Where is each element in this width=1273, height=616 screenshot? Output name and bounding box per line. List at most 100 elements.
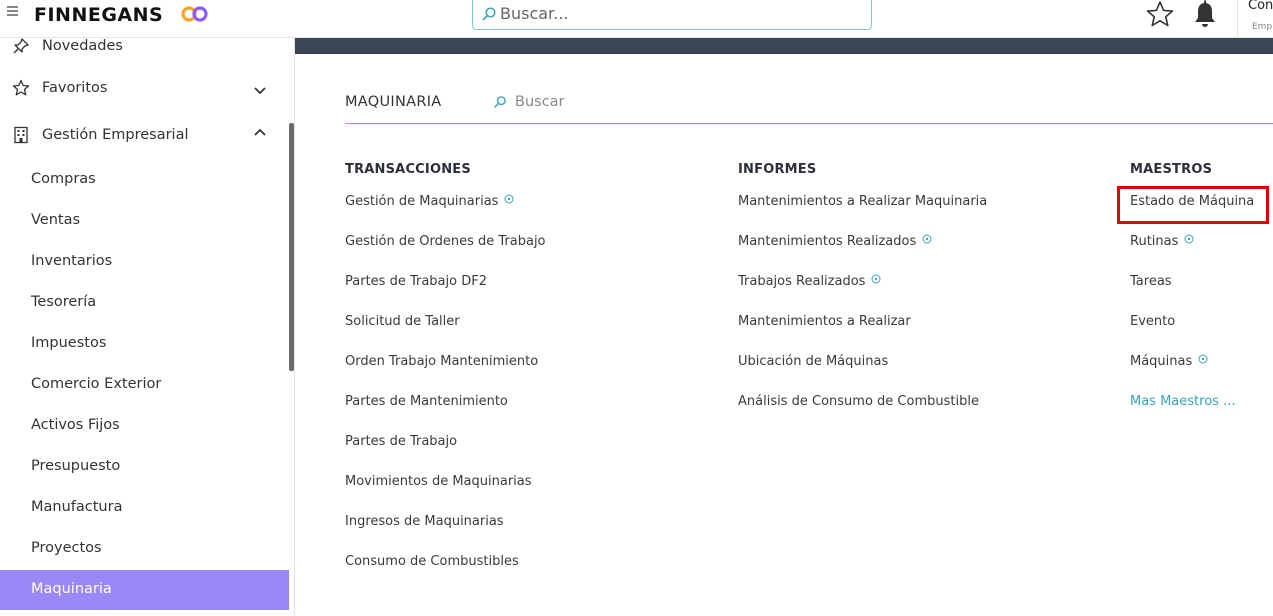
sidebar-subitem-label: Maquinaria xyxy=(31,581,112,597)
sidebar-item-label: Gestión Empresarial xyxy=(42,127,189,143)
sidebar-subitem-manufactura[interactable]: Manufactura xyxy=(0,488,289,528)
search-icon xyxy=(493,96,506,109)
logo-mark-icon xyxy=(181,6,208,22)
sidebar-subitem-tesoreria[interactable]: Tesorería xyxy=(0,283,289,323)
link-ubicacion-de-maquinas[interactable]: Ubicación de Máquinas xyxy=(738,354,987,394)
link-maquinas[interactable]: Máquinas xyxy=(1130,354,1254,394)
sidebar-subitem-compras[interactable]: Compras xyxy=(0,160,289,200)
global-search-input[interactable] xyxy=(500,2,850,24)
link-ingresos-de-maquinarias[interactable]: Ingresos de Maquinarias xyxy=(345,514,546,554)
favorites-star-icon[interactable] xyxy=(1145,0,1175,28)
link-label: Evento xyxy=(1130,314,1176,329)
link-partes-de-trabajo-df2[interactable]: Partes de Trabajo DF2 xyxy=(345,274,546,314)
sidebar-item-favoritos[interactable]: Favoritos xyxy=(0,70,289,110)
sidebar-subitem-label: Impuestos xyxy=(31,335,107,351)
help-icon[interactable] xyxy=(871,274,881,284)
link-label: Tareas xyxy=(1130,274,1172,289)
column-heading: TRANSACCIONES xyxy=(345,162,471,177)
link-label: Mas Maestros ... xyxy=(1130,394,1236,409)
link-mantenimientos-a-realizar-maquinaria[interactable]: Mantenimientos a Realizar Maquinaria xyxy=(738,194,987,234)
content-header-strip xyxy=(295,38,1273,54)
hamburger-menu-icon[interactable] xyxy=(7,6,19,18)
notifications-bell-icon[interactable] xyxy=(1191,0,1219,30)
link-label: Gestión de Maquinarias xyxy=(345,194,499,209)
app-logo[interactable]: FINNEGANS xyxy=(34,4,163,26)
link-label: Mantenimientos a Realizar xyxy=(738,314,911,329)
search-underline xyxy=(345,123,1273,124)
link-label: Consumo de Combustibles xyxy=(345,554,519,569)
link-partes-de-mantenimiento[interactable]: Partes de Mantenimiento xyxy=(345,394,546,434)
link-label: Partes de Trabajo xyxy=(345,434,458,449)
sidebar-subitem-impuestos[interactable]: Impuestos xyxy=(0,324,289,364)
user-menu[interactable]: Con Emp xyxy=(1237,0,1273,38)
link-label: Gestión de Ordenes de Trabajo xyxy=(345,234,546,249)
help-icon[interactable] xyxy=(1184,234,1194,244)
link-orden-trabajo-mantenimiento[interactable]: Orden Trabajo Mantenimiento xyxy=(345,354,546,394)
link-label: Orden Trabajo Mantenimiento xyxy=(345,354,539,369)
star-icon xyxy=(12,79,30,96)
column-transacciones: TRANSACCIONES Gestión de Maquinarias Ges… xyxy=(345,162,546,594)
link-label: Trabajos Realizados xyxy=(738,274,866,289)
link-label: Mantenimientos a Realizar Maquinaria xyxy=(738,194,988,209)
sidebar-subitem-label: Tesorería xyxy=(31,294,97,310)
link-mantenimientos-a-realizar[interactable]: Mantenimientos a Realizar xyxy=(738,314,987,354)
sidebar-subitem-label: Activos Fijos xyxy=(31,417,120,433)
module-search-box[interactable] xyxy=(491,90,691,114)
link-gestion-de-ordenes-de-trabajo[interactable]: Gestión de Ordenes de Trabajo xyxy=(345,234,546,274)
link-consumo-de-combustibles[interactable]: Consumo de Combustibles xyxy=(345,554,546,594)
user-name: Con xyxy=(1248,0,1273,13)
chevron-up-icon[interactable] xyxy=(252,125,268,141)
help-icon[interactable] xyxy=(1198,354,1208,364)
link-partes-de-trabajo[interactable]: Partes de Trabajo xyxy=(345,434,546,474)
module-search-input[interactable] xyxy=(515,90,685,114)
sidebar: Novedades Favoritos Gestión Empresarial … xyxy=(0,38,295,616)
link-movimientos-de-maquinarias[interactable]: Movimientos de Maquinarias xyxy=(345,474,546,514)
sidebar-subitem-proyectos[interactable]: Proyectos xyxy=(0,529,289,569)
chevron-down-icon[interactable] xyxy=(252,82,268,98)
sidebar-scrollbar[interactable] xyxy=(289,123,294,371)
sidebar-item-gestion-empresarial[interactable]: Gestión Empresarial xyxy=(0,117,289,157)
link-tareas[interactable]: Tareas xyxy=(1130,274,1254,314)
link-rutinas[interactable]: Rutinas xyxy=(1130,234,1254,274)
column-heading: INFORMES xyxy=(738,162,817,177)
link-label: Partes de Mantenimiento xyxy=(345,394,508,409)
sidebar-subitem-inventarios[interactable]: Inventarios xyxy=(0,242,289,282)
sidebar-subitem-comercio-exterior[interactable]: Comercio Exterior xyxy=(0,365,289,405)
building-icon xyxy=(14,126,28,144)
link-mas-maestros[interactable]: Mas Maestros ... xyxy=(1130,394,1254,434)
help-icon[interactable] xyxy=(504,194,514,204)
sidebar-subitem-label: Presupuesto xyxy=(31,458,121,474)
link-trabajos-realizados[interactable]: Trabajos Realizados xyxy=(738,274,987,314)
sidebar-item-label: Novedades xyxy=(42,38,123,54)
link-label: Mantenimientos Realizados xyxy=(738,234,917,249)
pin-icon xyxy=(13,38,29,54)
link-mantenimientos-realizados[interactable]: Mantenimientos Realizados xyxy=(738,234,987,274)
sidebar-subitem-label: Inventarios xyxy=(31,253,113,269)
help-icon[interactable] xyxy=(922,234,932,244)
sidebar-subitem-label: Comercio Exterior xyxy=(31,376,162,392)
link-solicitud-de-taller[interactable]: Solicitud de Taller xyxy=(345,314,546,354)
link-label: Partes de Trabajo DF2 xyxy=(345,274,487,289)
sidebar-subitem-ventas[interactable]: Ventas xyxy=(0,201,289,241)
sidebar-subitem-label: Ventas xyxy=(31,212,81,228)
link-label: Rutinas xyxy=(1130,234,1179,249)
sidebar-item-novedades[interactable]: Novedades xyxy=(0,28,289,68)
column-informes: INFORMES Mantenimientos a Realizar Maqui… xyxy=(738,162,987,434)
module-title: MAQUINARIA xyxy=(345,94,442,110)
link-analisis-de-consumo-de-combustible[interactable]: Análisis de Consumo de Combustible xyxy=(738,394,987,434)
sidebar-subitem-activos-fijos[interactable]: Activos Fijos xyxy=(0,406,289,446)
link-label: Máquinas xyxy=(1130,354,1193,369)
module-panel: MAQUINARIA TRANSACCIONES Gestión de Maqu… xyxy=(295,54,1273,616)
sidebar-item-label: Favoritos xyxy=(42,80,108,96)
link-evento[interactable]: Evento xyxy=(1130,314,1254,354)
link-gestion-de-maquinarias[interactable]: Gestión de Maquinarias xyxy=(345,194,546,234)
sidebar-subitem-presupuesto[interactable]: Presupuesto xyxy=(0,447,289,487)
global-search-box[interactable] xyxy=(472,0,872,30)
user-company: Emp xyxy=(1252,22,1273,32)
link-label: Movimientos de Maquinarias xyxy=(345,474,532,489)
link-label: Ingresos de Maquinarias xyxy=(345,514,504,529)
highlight-box xyxy=(1117,186,1269,224)
sidebar-subitem-label: Manufactura xyxy=(31,499,123,515)
sidebar-subitem-maquinaria[interactable]: Maquinaria xyxy=(0,570,289,610)
link-label: Solicitud de Taller xyxy=(345,314,460,329)
